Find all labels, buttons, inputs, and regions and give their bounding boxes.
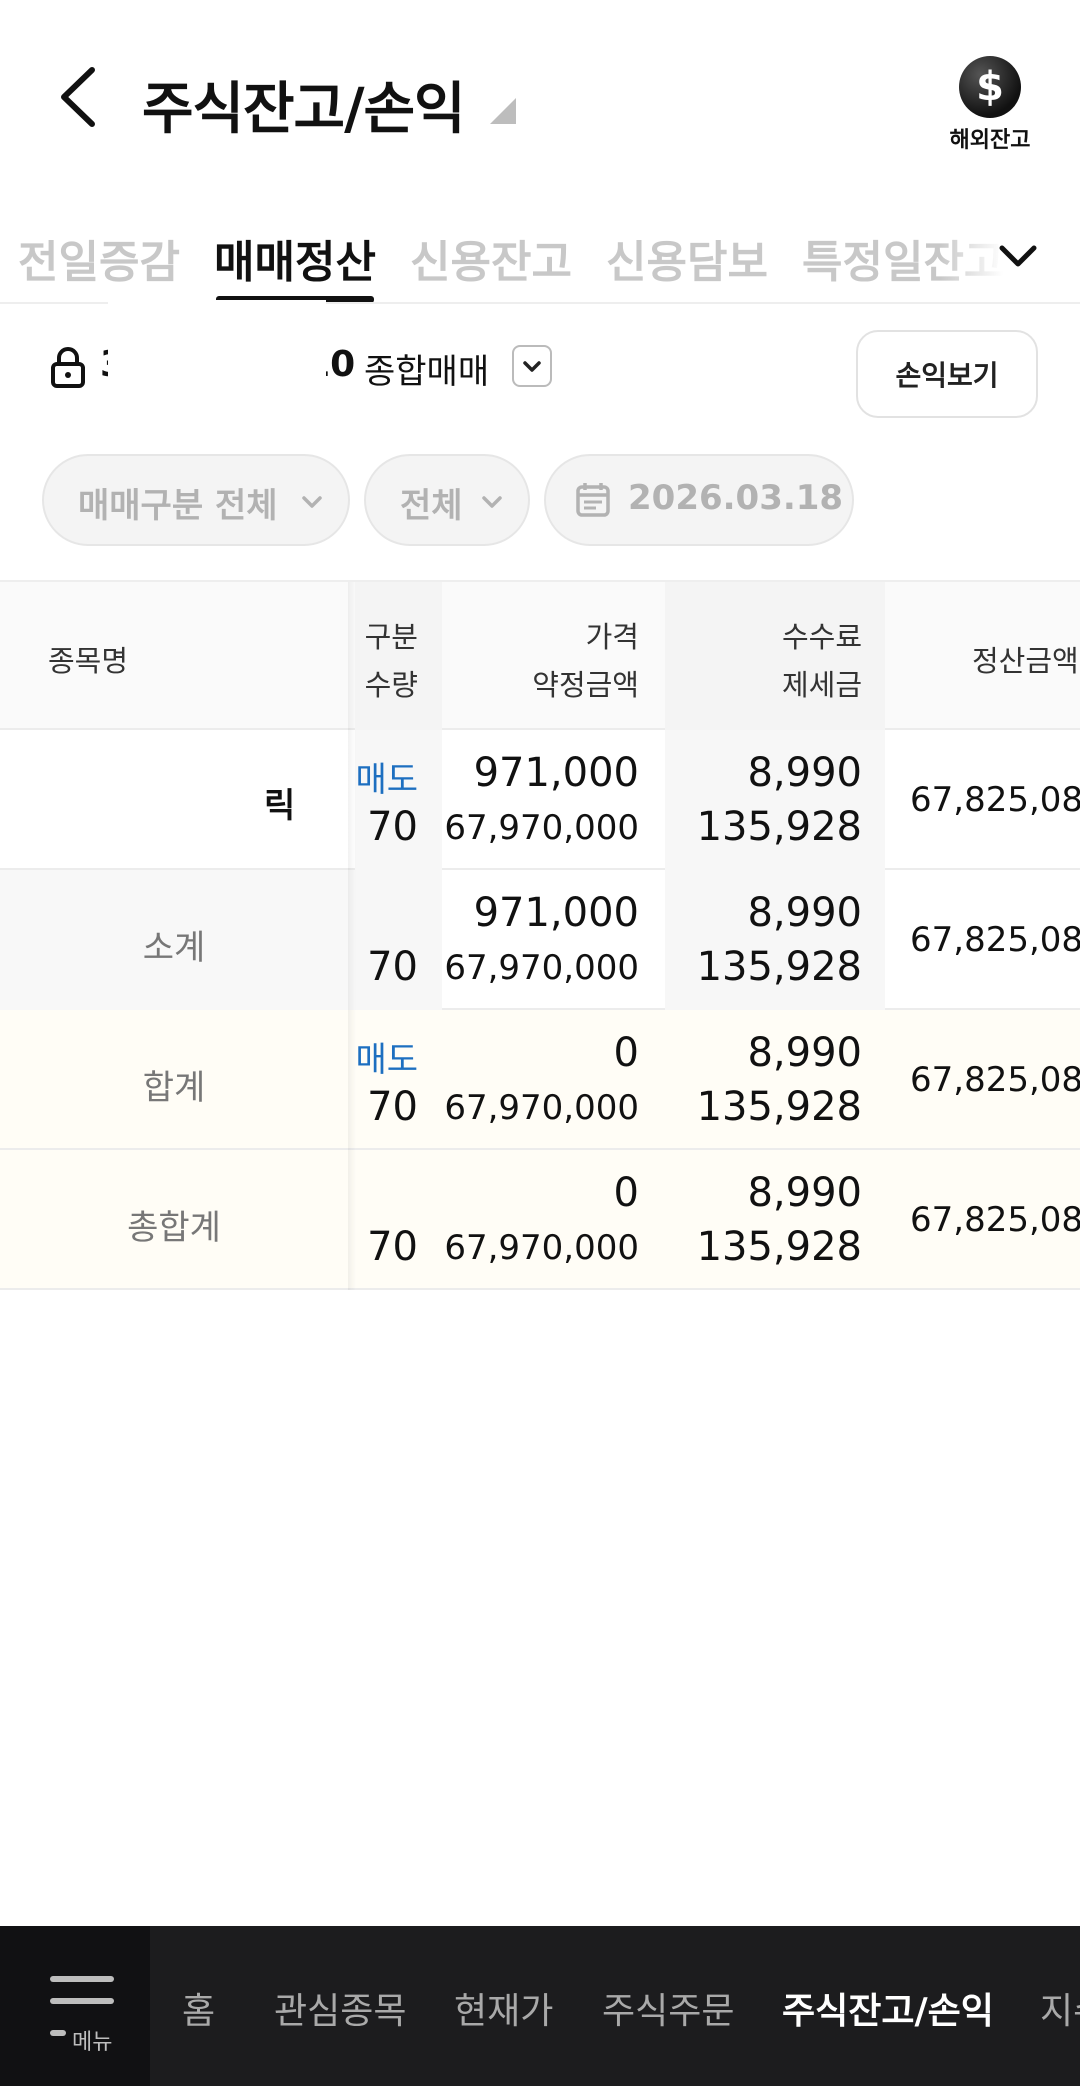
scope-filter-label: 전체: [400, 486, 463, 526]
row-fee: 8,990: [747, 1030, 862, 1076]
stock-name: 릭: [264, 786, 296, 826]
table-row-subtotal: 소계 70 971,000 67,970,000 8,990 135,928 6…: [0, 870, 1080, 1010]
nav-stock-balance[interactable]: 주식잔고/손익: [782, 1982, 994, 2034]
header-division: 구분: [364, 620, 418, 654]
row-fee: 8,990: [747, 750, 862, 796]
chevron-down-icon: [482, 496, 502, 508]
frozen-column-shadow: [348, 582, 356, 1290]
header-stock-name: 종목명: [48, 644, 129, 678]
scope-filter[interactable]: 전체: [364, 454, 530, 546]
app-header: 주식잔고/손익 $ 해외잔고: [0, 0, 1080, 180]
row-settlement-amount: 67,825,082: [910, 780, 1080, 820]
date-filter[interactable]: 2026.03.18: [544, 454, 854, 546]
row-division: 매도: [355, 1040, 418, 1080]
tab-prev-day-change[interactable]: 전일증감: [18, 226, 180, 290]
row-quantity: 70: [367, 1084, 418, 1130]
row-price: 0: [613, 1030, 639, 1076]
subtotal-label: 소계: [142, 928, 206, 968]
row-settlement-amount: 67,825,082: [910, 1060, 1080, 1100]
row-quantity: 70: [367, 944, 418, 990]
bottom-nav: 메뉴 홈 관심종목 현재가 주식주문 주식잔고/손익 지수: [0, 1926, 1080, 2086]
chevron-left-icon: [61, 67, 95, 127]
row-tax: 135,928: [696, 1084, 862, 1130]
view-profit-loss-button[interactable]: 손익보기: [856, 330, 1038, 418]
row-quantity: 70: [367, 1224, 418, 1270]
menu-button[interactable]: 메뉴: [0, 1926, 150, 2086]
tab-credit-collateral[interactable]: 신용담보: [606, 226, 768, 290]
menu-label: 메뉴: [72, 2030, 113, 2055]
row-settlement-amount: 67,825,082: [910, 1200, 1080, 1240]
table-row-total: 합계 매도 70 0 67,970,000 8,990 135,928 67,8…: [0, 1010, 1080, 1150]
tab-trade-settlement[interactable]: 매매정산: [214, 226, 376, 290]
table-row-grand-total: 총합계 70 0 67,970,000 8,990 135,928 67,825…: [0, 1150, 1080, 1290]
lock-icon: [51, 347, 85, 388]
row-contract-amount: 67,970,000: [444, 1088, 639, 1128]
trade-type-filter[interactable]: 매매구분 전체: [42, 454, 350, 546]
row-price: 0: [613, 1170, 639, 1216]
nav-stock-order[interactable]: 주식주문: [602, 1982, 734, 2034]
header-quantity: 수량: [364, 668, 418, 702]
total-label: 합계: [142, 1068, 206, 1108]
header-tax: 제세금: [781, 668, 862, 702]
account-select-button[interactable]: [512, 345, 552, 387]
dollar-icon: $: [959, 56, 1021, 118]
page-title[interactable]: 주식잔고/손익: [142, 64, 466, 145]
row-tax: 135,928: [696, 804, 862, 850]
back-button[interactable]: [52, 62, 108, 132]
row-quantity: 70: [367, 804, 418, 850]
chevron-down-icon: [302, 496, 322, 508]
overseas-balance-label: 해외잔고: [949, 128, 1031, 153]
row-tax: 135,928: [696, 1224, 862, 1270]
row-tax: 135,928: [696, 944, 862, 990]
header-fee: 수수료: [781, 620, 862, 654]
header-price: 가격: [585, 620, 639, 654]
row-contract-amount: 67,970,000: [444, 1228, 639, 1268]
row-fee: 8,990: [747, 890, 862, 936]
settlement-table: 종목명 구분 수량 가격 약정금액 수수료 제세금 정산금액 릭 매도 70 9…: [0, 580, 1080, 1290]
table-header: 종목명 구분 수량 가격 약정금액 수수료 제세금 정산금액: [0, 582, 1080, 730]
row-contract-amount: 67,970,000: [444, 808, 639, 848]
row-price: 971,000: [473, 890, 639, 936]
account-type-label: 종합매매: [364, 352, 490, 392]
header-contract-amount: 약정금액: [532, 668, 639, 702]
caret-corner-icon[interactable]: [490, 98, 516, 124]
row-price: 971,000: [473, 750, 639, 796]
tab-bar: 전일증감 매매정산 신용잔고 신용담보 특정일잔고: [0, 212, 1080, 304]
nav-home[interactable]: 홈: [182, 1982, 215, 2034]
overseas-balance-button[interactable]: $ 해외잔고: [938, 56, 1042, 153]
chevron-down-icon: [523, 361, 541, 372]
nav-index[interactable]: 지수: [1040, 1982, 1080, 2034]
header-settlement-amount: 정산금액: [972, 644, 1079, 678]
row-division: 매도: [355, 760, 418, 800]
chevron-down-icon[interactable]: [996, 234, 1040, 278]
trade-type-filter-label: 매매구분 전체: [78, 486, 278, 526]
row-fee: 8,990: [747, 1170, 862, 1216]
calendar-icon: [576, 483, 610, 517]
grand-total-label: 총합계: [127, 1208, 221, 1248]
account-redaction: [108, 300, 326, 440]
tab-credit-balance[interactable]: 신용잔고: [410, 226, 572, 290]
row-settlement-amount: 67,825,082: [910, 920, 1080, 960]
nav-watchlist[interactable]: 관심종목: [274, 1982, 406, 2034]
date-filter-label: 2026.03.18: [628, 478, 844, 518]
nav-current-price[interactable]: 현재가: [454, 1982, 553, 2034]
row-contract-amount: 67,970,000: [444, 948, 639, 988]
table-row[interactable]: 릭 매도 70 971,000 67,970,000 8,990 135,928…: [0, 730, 1080, 870]
